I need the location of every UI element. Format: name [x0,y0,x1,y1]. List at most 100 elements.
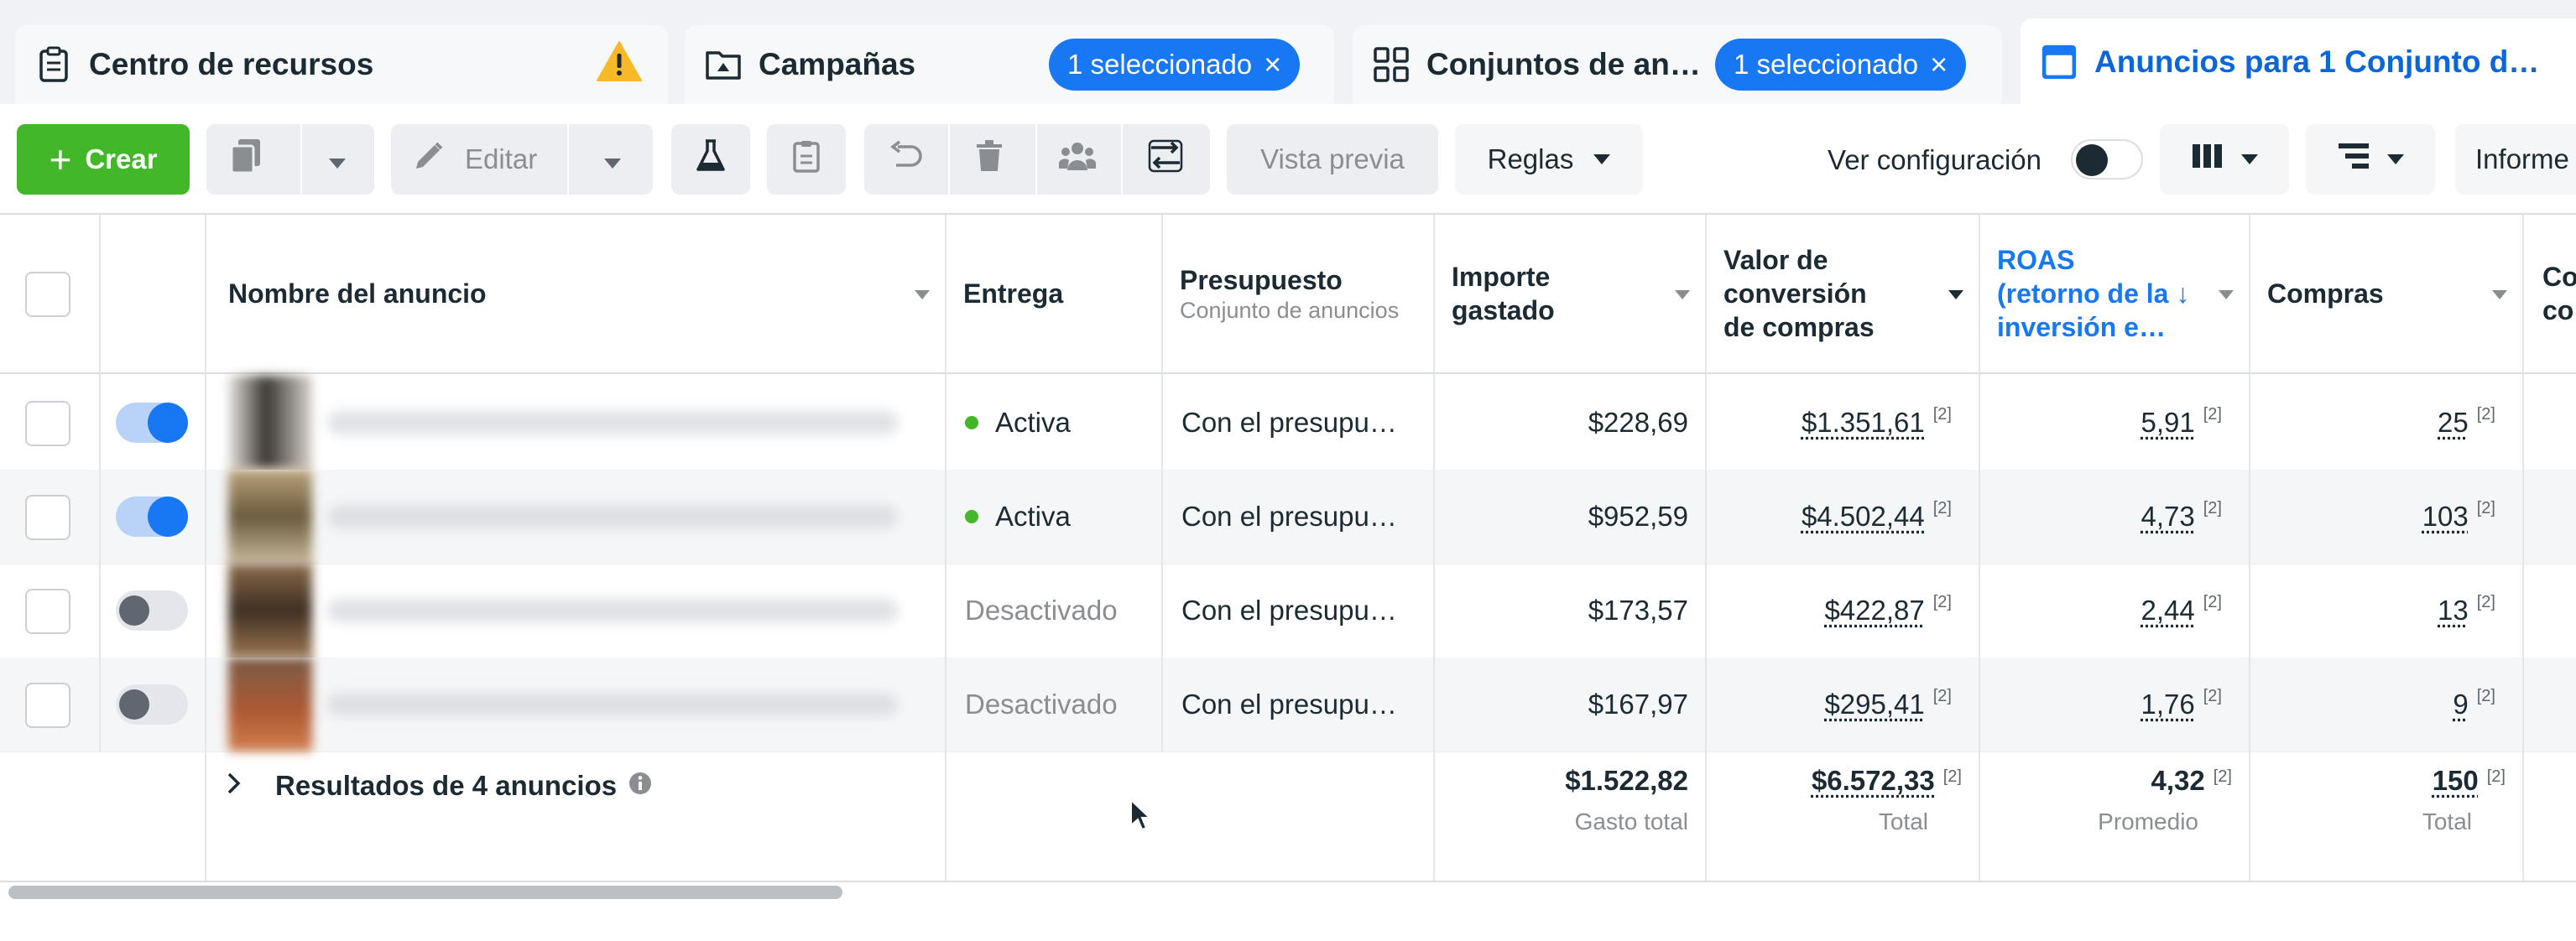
purchases-value[interactable]: 25 [2438,407,2469,439]
horizontal-scrollbar[interactable] [8,886,842,899]
toolbar: + Crear Editar Vista previa Reglas Ver c… [0,106,2576,215]
people-icon[interactable] [1059,140,1096,179]
header-delivery[interactable]: Entrega [946,215,1163,374]
ad-toggle[interactable] [116,590,188,631]
info-icon[interactable] [628,770,652,802]
clipboard-button[interactable] [767,124,846,195]
roas-value[interactable]: 4,73 [2141,501,2195,533]
footnote: [2] [2477,499,2495,518]
row-checkbox[interactable] [25,495,70,540]
breakdown-button[interactable] [2306,124,2435,195]
budget-cell: Con el presupu… [1163,470,1435,564]
reports-button[interactable]: Informe [2455,124,2576,195]
columns-button[interactable] [2160,124,2289,195]
header-next-column[interactable]: Co co [2524,215,2576,374]
roas-value[interactable]: 5,91 [2141,407,2195,439]
totals-label-group[interactable]: Resultados de 4 anuncios [227,770,652,802]
select-all-checkbox[interactable] [25,272,70,317]
footnote: [2] [1943,767,1962,786]
trash-icon[interactable] [975,139,1004,179]
rules-button[interactable]: Reglas [1455,124,1643,195]
purchases-value[interactable]: 9 [2453,689,2468,720]
total-spent-label: Gasto total [1453,808,1688,835]
conv-value[interactable]: $4.502,44 [1802,501,1925,533]
footnote: [2] [1933,687,1952,706]
selection-pill[interactable]: 1 seleccionado × [1715,39,1966,91]
total-spent: $1.522,82 Gasto total [1435,765,1707,835]
ad-sets-grid-icon [1373,46,1410,83]
chevron-down-icon[interactable] [329,143,346,175]
header-budget[interactable]: Presupuesto Conjunto de anuncios [1163,215,1435,374]
ad-name[interactable] [327,411,898,434]
header-label: Entrega [963,277,1063,310]
ab-test-button[interactable] [671,124,750,195]
row-checkbox[interactable] [25,683,70,728]
breakdown-icon [2337,142,2370,177]
selection-pill[interactable]: 1 seleccionado × [1049,39,1300,91]
table-row[interactable]: Activa Con el presupu… $952,59 $4.502,44… [0,470,2576,564]
conv-value[interactable]: $1.351,61 [1802,407,1925,439]
undo-icon[interactable] [889,140,923,179]
header-roas[interactable]: ROAS (retorno de la ↓ inversión e… [1980,215,2250,374]
purchases-cell: 25 [2] [2250,376,2524,470]
purchases-value[interactable]: 13 [2438,595,2469,626]
header-select-all [0,215,101,374]
header-label: inversión e… [1997,310,2166,344]
tab-label: Centro de recursos [89,47,373,82]
swap-icon[interactable] [1148,139,1183,179]
pencil-icon [413,140,445,179]
chevron-down-icon[interactable] [604,143,621,175]
conv-cell: $1.351,61 [2] [1707,376,1980,470]
ad-toggle[interactable] [116,496,188,537]
header-purchases[interactable]: Compras [2250,215,2524,374]
close-icon[interactable]: × [1930,47,1948,82]
roas-value[interactable]: 2,44 [2141,595,2195,626]
chevron-right-icon[interactable] [227,770,242,802]
total-purchases-value[interactable]: 150 [2433,765,2479,796]
duplicate-button[interactable] [206,124,374,195]
ad-icon [2041,44,2078,81]
tab-resource-center[interactable]: Centro de recursos [15,25,668,104]
budget-value: Con el presupu… [1181,501,1397,533]
roas-value[interactable]: 1,76 [2141,689,2195,720]
delivery-status: Activa [995,501,1071,533]
ad-toggle[interactable] [116,684,188,725]
tab-ads[interactable]: Anuncios para 1 Conjunto de anu [2021,18,2576,106]
ad-thumbnail [228,470,312,564]
spent-value: $228,69 [1588,407,1688,439]
ad-name[interactable] [327,693,898,716]
row-checkbox[interactable] [25,589,70,634]
edit-button[interactable]: Editar [391,124,653,195]
warning-icon[interactable] [596,40,643,82]
delivery-cell: Desactivado [946,564,1163,658]
purchases-value[interactable]: 103 [2422,501,2469,533]
table-row[interactable]: Desactivado Con el presupu… $173,57 $422… [0,564,2576,658]
table-row[interactable]: Desactivado Con el presupu… $167,97 $295… [0,658,2576,752]
total-conv-value[interactable]: $6.572,33 [1812,765,1935,796]
total-conv-label: Total [1725,808,1962,835]
resource-center-icon [35,46,72,83]
tab-label: Campañas [759,47,915,82]
edit-label: Editar [465,143,537,175]
conv-value[interactable]: $422,87 [1824,595,1924,626]
status-dot [965,416,978,429]
header-ad-name[interactable]: Nombre del anuncio [206,215,946,374]
row-checkbox[interactable] [25,401,70,446]
ad-name[interactable] [327,505,898,528]
column-divider [1161,374,1163,751]
table-row[interactable]: Activa Con el presupu… $228,69 $1.351,61… [0,376,2576,470]
header-amount-spent[interactable]: Importe gastado [1435,215,1707,374]
total-roas-value: 4,32 [2151,765,2205,796]
tab-ad-sets[interactable]: Conjuntos de an… 1 seleccionado × [1353,25,2002,104]
preview-button[interactable]: Vista previa [1227,124,1438,195]
ad-toggle[interactable] [116,403,188,443]
ad-name[interactable] [327,599,898,622]
header-label: Valor de [1723,243,1828,277]
close-icon[interactable]: × [1264,47,1281,82]
tab-campaigns[interactable]: Campañas 1 seleccionado × [685,25,1334,104]
view-config-toggle[interactable] [2071,139,2143,179]
totals-label: Resultados de 4 anuncios [275,770,617,802]
create-button[interactable]: + Crear [17,124,190,195]
conv-value[interactable]: $295,41 [1824,689,1924,720]
header-conversion-value[interactable]: Valor de conversión de compras [1707,215,1980,374]
